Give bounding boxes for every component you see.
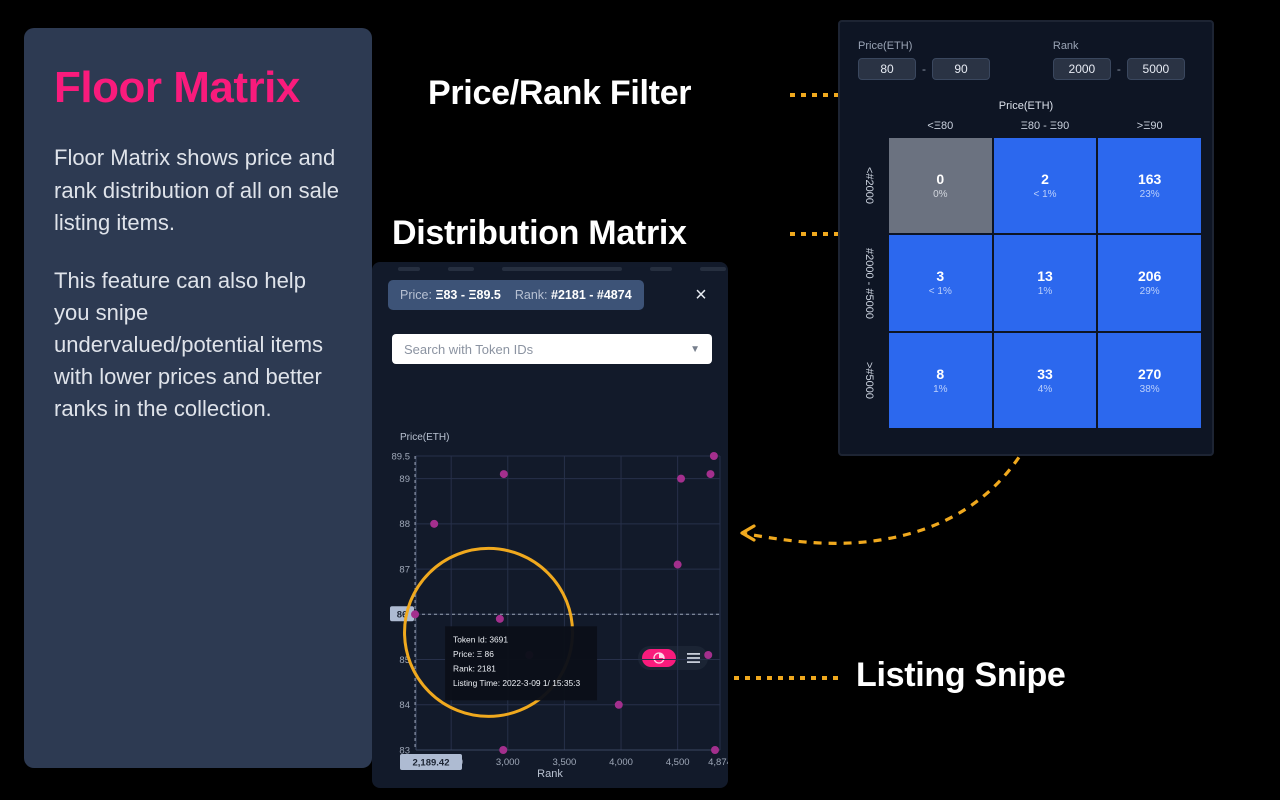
scatter-point[interactable] — [499, 470, 508, 479]
matrix-rowhead-2: >#5000 — [863, 361, 875, 399]
scatter-point[interactable] — [673, 560, 682, 569]
screenshot-root: Floor Matrix Floor Matrix shows price an… — [0, 0, 1280, 800]
price-filter-label: Price(ETH) — [858, 40, 913, 52]
rank-filter-label: Rank — [1052, 40, 1079, 52]
matrix-colhead-2: >Ξ90 — [1136, 120, 1163, 132]
matrix-body: <#2000 #2000 - #5000 >#5000 0 0% 2 < 1% 163 2… — [850, 137, 1202, 429]
price-filter-inputs: 80 - 90 — [858, 58, 1053, 80]
rank-filter-inputs: 2000 - 5000 — [1052, 58, 1194, 80]
matrix-cell-r0-c1[interactable]: 2 < 1% — [992, 137, 1098, 235]
y-tick-label: 89 — [399, 474, 410, 485]
matrix-colhead-1: Ξ80 - Ξ90 — [1020, 120, 1070, 132]
matrix-cell-r1-c0[interactable]: 3 < 1% — [888, 234, 993, 332]
distribution-matrix-panel: Price(ETH) 80 - 90 Rank 2000 - 5000 Pric… — [838, 20, 1214, 456]
info-paragraph-1: Floor Matrix shows price and rank distri… — [54, 145, 339, 235]
matrix-cell-percent: 38% — [1139, 383, 1160, 395]
scatter-point[interactable] — [706, 470, 715, 479]
matrix-cell-percent: 4% — [1037, 383, 1053, 395]
scatter-point[interactable] — [495, 614, 504, 623]
y-tick-label: 88 — [399, 519, 410, 530]
matrix-cell-r0-c0[interactable]: 0 0% — [888, 137, 993, 235]
callout-price-rank-filter: Price/Rank Filter — [428, 74, 692, 112]
matrix-cell-count: 3 — [936, 268, 945, 285]
rank-range-dash: - — [1116, 62, 1121, 76]
matrix-row-headers: <#2000 #2000 - #5000 >#5000 — [850, 137, 888, 429]
tooltip-line: Token Id: 3691 — [453, 634, 508, 644]
y-tick-label: 87 — [399, 564, 410, 575]
matrix-cell-percent: 1% — [1037, 286, 1053, 298]
price-filter-group: Price(ETH) 80 - 90 — [858, 40, 1053, 80]
matrix-cell-r2-c1[interactable]: 33 4% — [992, 331, 1098, 429]
price-range-dash: - — [922, 62, 926, 76]
info-card: Floor Matrix Floor Matrix shows price an… — [24, 28, 372, 768]
scatter-point[interactable] — [711, 746, 720, 754]
matrix-cell-percent: < 1% — [928, 286, 952, 298]
matrix-cell-percent: 23% — [1139, 189, 1160, 201]
y-tick-label: 89.5 — [392, 451, 411, 462]
matrix-x-axis-title: Price(ETH) — [998, 100, 1054, 112]
arrowhead-icon — [740, 524, 756, 542]
matrix-colhead-0: <Ξ80 — [927, 120, 954, 132]
tooltip-line: Listing Time: 2022-3-09 1/ 15:35:3 — [453, 678, 580, 688]
matrix-cell-r1-c2[interactable]: 206 29% — [1097, 234, 1202, 332]
x-tick-label: 3,000 — [496, 757, 520, 768]
matrix-rowhead-0: <#2000 — [863, 167, 875, 205]
tooltip-line: Rank: 2181 — [453, 663, 496, 673]
matrix-cell-percent: 29% — [1139, 286, 1160, 298]
matrix-grid: 0 0% 2 < 1% 163 23% 3 < 1% 13 1% 206 29% 8 1% 33 4% 270 3… — [888, 137, 1202, 429]
price-max-input[interactable]: 90 — [932, 58, 990, 80]
matrix-cell-count: 206 — [1137, 268, 1162, 285]
matrix-column-headers: <Ξ80 Ξ80 - Ξ90 >Ξ90 — [850, 120, 1202, 132]
scatter-point[interactable] — [709, 452, 718, 460]
matrix-cell-percent: < 1% — [1033, 189, 1057, 201]
matrix-cell-r1-c1[interactable]: 13 1% — [992, 234, 1098, 332]
matrix-cell-count: 0 — [936, 171, 945, 188]
scatter-point[interactable] — [704, 651, 713, 660]
matrix-cell-count: 163 — [1137, 171, 1162, 188]
scatter-point[interactable] — [677, 474, 686, 483]
listing-scatter-panel: Price: Ξ83 - Ξ89.5 Rank: #2181 - #4874 ×… — [372, 262, 728, 788]
x-tick-label: 3,500 — [553, 757, 577, 768]
matrix-cell-count: 33 — [1037, 365, 1053, 382]
scatter-point[interactable] — [614, 700, 623, 709]
matrix-cell-count: 8 — [936, 365, 945, 382]
rank-max-input[interactable]: 5000 — [1126, 58, 1185, 80]
scatter-point[interactable] — [499, 746, 508, 754]
x-tick-label: 4,000 — [609, 757, 633, 768]
matrix-cell-r2-c2[interactable]: 270 38% — [1097, 331, 1202, 429]
x-highlight-label: 2,189.42 — [413, 758, 450, 769]
scatter-point[interactable] — [430, 519, 439, 528]
scatter-plot: 89.58988878584832,5003,0003,5004,0004,50… — [390, 451, 728, 770]
x-tick-label: 4,874 — [708, 757, 728, 768]
matrix-rowhead-1: #2000 - #5000 — [863, 247, 875, 319]
matrix-cell-percent: 1% — [933, 383, 948, 395]
price-rank-filter-row: Price(ETH) 80 - 90 Rank 2000 - 5000 — [850, 36, 1202, 80]
matrix-cell-r2-c0[interactable]: 8 1% — [888, 331, 993, 429]
scatter-point[interactable] — [411, 610, 420, 619]
info-paragraph-2: This feature can also help you snipe und… — [54, 267, 324, 422]
callout-distribution-matrix: Distribution Matrix — [392, 214, 687, 252]
tooltip-line: Price: Ξ 86 — [453, 649, 494, 659]
rank-filter-group: Rank 2000 - 5000 — [1052, 40, 1194, 80]
page-title: Floor Matrix — [54, 63, 300, 112]
matrix-cell-count: 2 — [1041, 171, 1049, 188]
callout-listing-snipe: Listing Snipe — [856, 656, 1066, 694]
matrix-cell-count: 270 — [1137, 365, 1162, 382]
matrix-cell-percent: 0% — [933, 189, 948, 201]
y-tick-label: 84 — [399, 700, 410, 711]
matrix-cell-r0-c2[interactable]: 163 23% — [1097, 137, 1202, 235]
matrix-cell-count: 13 — [1037, 268, 1053, 285]
rank-min-input[interactable]: 2000 — [1052, 58, 1111, 80]
price-min-input[interactable]: 80 — [858, 58, 916, 80]
x-tick-label: 4,500 — [666, 757, 690, 768]
